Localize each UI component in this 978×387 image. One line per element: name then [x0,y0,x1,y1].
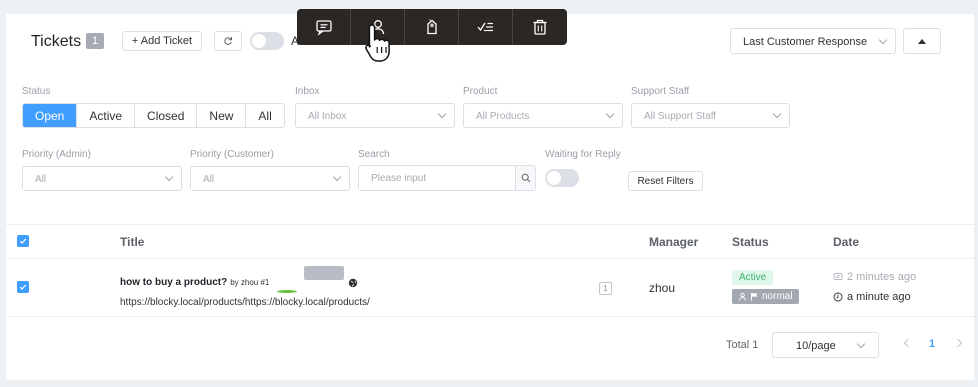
bulk-action-toolbar [297,9,567,45]
hand-cursor-icon [365,24,390,62]
date-updated: a minute ago [833,291,911,303]
chevron-down-icon [878,35,888,45]
inbox-filter-label: Inbox [295,86,320,97]
table-top-divider [6,224,974,225]
ticket-count-badge: 1 [86,33,104,49]
product-select-placeholder: All Products [476,111,530,122]
priority-customer-label: Priority (Customer) [190,149,274,160]
product-select[interactable]: All Products [463,103,623,128]
status-filter-group: Open Active Closed New All [22,103,285,128]
priority-admin-value: All [35,174,47,185]
date-created-text: 2 minutes ago [847,271,917,283]
search-box [358,165,536,191]
chevron-down-icon [605,109,615,119]
priority-customer-select[interactable]: All [190,166,350,191]
priority-admin-select[interactable]: All [22,166,182,191]
column-header-manager[interactable]: Manager [649,235,698,249]
online-indicator [277,290,297,293]
sort-select[interactable]: Last Customer Response [730,28,896,54]
chevron-down-icon [332,172,342,182]
chevron-down-icon [164,172,174,182]
inbox-select-placeholder: All Inbox [308,111,347,122]
chevron-down-icon [772,109,782,119]
view-toggle[interactable] [250,32,284,50]
column-header-title[interactable]: Title [120,235,144,249]
ticket-author: by zhou #1 [230,278,270,287]
refresh-button[interactable] [214,31,242,51]
check-icon [19,238,27,244]
check-icon [19,284,27,290]
customer-label-tag [304,266,344,280]
product-filter-label: Product [463,86,498,97]
chevron-down-icon [856,339,866,349]
page-title: Tickets [31,33,82,50]
search-button[interactable] [515,166,535,190]
status-closed-button[interactable]: Closed [135,104,198,127]
search-icon [521,173,530,183]
column-header-date[interactable]: Date [833,235,859,249]
refresh-icon [224,37,232,45]
page-number-current[interactable]: 1 [929,338,935,350]
status-active-button[interactable]: Active [77,104,136,127]
add-ticket-button[interactable]: + Add Ticket [122,31,202,51]
status-filter-label: Status [22,86,51,97]
status-open-button[interactable]: Open [23,104,78,127]
caret-up-icon [918,38,926,44]
table-header-divider [6,258,974,259]
reply-action-button[interactable] [297,9,351,45]
reply-count-badge: 1 [599,282,612,295]
priority-badge: normal [732,289,799,304]
column-header-status[interactable]: Status [732,235,769,249]
select-all-checkbox[interactable] [17,235,29,247]
ticket-title[interactable]: how to buy a product? by zhou #1 [120,277,269,288]
waiting-for-reply-label: Waiting for Reply [545,149,621,160]
globe-icon [348,278,358,288]
pagination-total: Total 1 [726,339,759,351]
priority-customer-value: All [203,174,215,185]
search-input[interactable] [359,166,515,190]
row-checkbox[interactable] [17,281,29,293]
support-staff-select-placeholder: All Support Staff [644,111,717,122]
table-bottom-divider [6,316,974,317]
search-label: Search [358,149,390,160]
status-badge: Active [732,270,774,285]
date-created: 2 minutes ago [833,271,916,283]
check-list-icon [477,22,493,32]
page-size-value: 10/page [796,340,836,352]
waiting-for-reply-toggle[interactable] [545,169,579,187]
close-ticket-action-button[interactable] [459,9,513,45]
reset-filters-button[interactable]: Reset Filters [628,171,703,191]
sort-select-value: Last Customer Response [743,36,868,48]
delete-action-button[interactable] [513,9,567,45]
user-icon [739,292,746,301]
ticket-title-text: how to buy a product? [120,277,228,288]
priority-admin-label: Priority (Admin) [22,149,91,160]
clock-icon [833,292,843,302]
comment-icon [315,20,332,36]
tag-icon [426,19,437,35]
chevron-down-icon [437,109,447,119]
support-staff-select[interactable]: All Support Staff [631,103,790,128]
page-size-select[interactable]: 10/page [772,332,879,358]
status-all-button[interactable]: All [246,104,284,127]
flag-icon [751,293,758,301]
date-updated-text: a minute ago [847,291,911,303]
tag-action-button[interactable] [405,9,459,45]
ticket-manager: zhou [649,281,676,295]
trash-icon [533,19,547,35]
tickets-card [6,14,974,380]
status-new-button[interactable]: New [197,104,247,127]
collapse-filters-button[interactable] [903,28,941,54]
ticket-source-url[interactable]: https://blocky.local/products/https://bl… [120,297,370,308]
message-icon [833,273,843,280]
inbox-select[interactable]: All Inbox [295,103,455,128]
support-staff-filter-label: Support Staff [631,86,690,97]
priority-text: normal [762,291,793,302]
